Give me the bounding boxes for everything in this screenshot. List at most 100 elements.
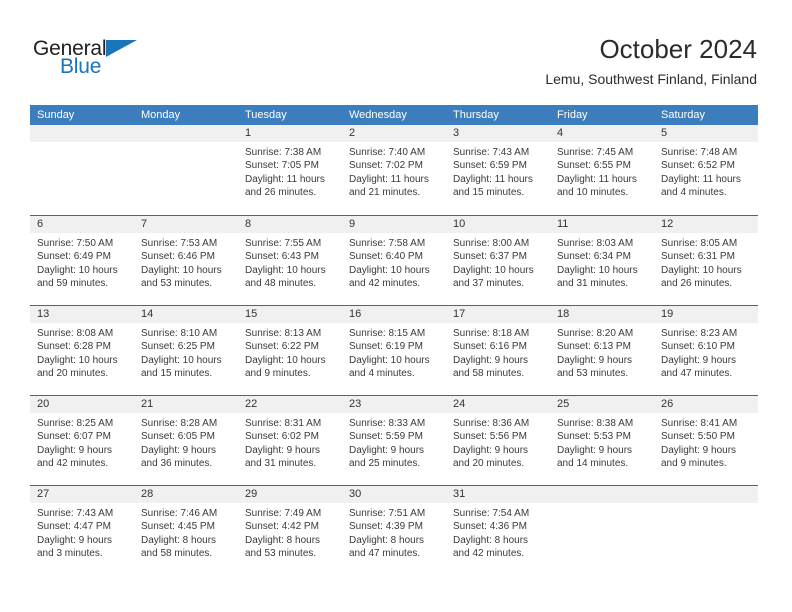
calendar-day-cell[interactable]: 24 Sunrise: 8:36 AM Sunset: 5:56 PM Dayligh… [446,396,550,485]
sunrise-text: Sunrise: 8:33 AM [349,418,426,429]
sunset-text: Sunset: 5:53 PM [557,431,631,443]
calendar-day-cell[interactable]: 17 Sunrise: 8:18 AM Sunset: 6:16 PM Dayligh… [446,306,550,395]
day-sun-info: Sunrise: 7:43 AM Sunset: 4:47 PM Daylight:… [30,503,134,561]
calendar-day-cell[interactable]: 19 Sunrise: 8:23 AM Sunset: 6:10 PM Dayligh… [654,306,758,395]
calendar-day-cell[interactable]: 21 Sunrise: 8:28 AM Sunset: 6:05 PM Dayligh… [134,396,238,485]
day-sun-info: Sunrise: 8:10 AM Sunset: 6:25 PM Daylight:… [134,323,238,381]
day-number: 14 [141,308,154,320]
day-sun-info: Sunrise: 7:55 AM Sunset: 6:43 PM Daylight:… [238,233,342,291]
sunrise-text: Sunrise: 7:50 AM [37,238,114,249]
sunset-text: Sunset: 6:31 PM [661,251,735,263]
calendar-day-cell[interactable]: 25 Sunrise: 8:38 AM Sunset: 5:53 PM Dayligh… [550,396,654,485]
calendar-day-cell[interactable]: 27 Sunrise: 7:43 AM Sunset: 4:47 PM Dayligh… [30,486,134,575]
day-sun-info: Sunrise: 8:23 AM Sunset: 6:10 PM Daylight:… [654,323,758,381]
daylight-text: Daylight: 9 hours and 3 minutes. [37,534,113,560]
day-number: 25 [557,398,570,410]
sunrise-text: Sunrise: 8:36 AM [453,418,530,429]
sunrise-text: Sunrise: 7:53 AM [141,238,218,249]
sunrise-text: Sunrise: 7:43 AM [453,147,530,158]
day-number-band [238,216,342,233]
sunrise-text: Sunrise: 7:46 AM [141,508,218,519]
sunset-text: Sunset: 5:59 PM [349,431,423,443]
sunrise-text: Sunrise: 7:58 AM [349,238,426,249]
daylight-text: Daylight: 10 hours and 59 minutes. [37,264,118,290]
sunrise-text: Sunrise: 8:18 AM [453,328,530,339]
calendar-day-cell[interactable]: 29 Sunrise: 7:49 AM Sunset: 4:42 PM Dayligh… [238,486,342,575]
calendar-day-cell[interactable]: 6 Sunrise: 7:50 AM Sunset: 6:49 PM Daylight… [30,216,134,305]
calendar-day-cell[interactable]: 15 Sunrise: 8:13 AM Sunset: 6:22 PM Dayligh… [238,306,342,395]
day-sun-info: Sunrise: 8:28 AM Sunset: 6:05 PM Daylight:… [134,413,238,471]
day-number-band [550,125,654,142]
calendar-day-cell[interactable]: 26 Sunrise: 8:41 AM Sunset: 5:50 PM Dayligh… [654,396,758,485]
sunset-text: Sunset: 6:16 PM [453,341,527,353]
calendar-day-cell[interactable]: 4 Sunrise: 7:45 AM Sunset: 6:55 PM Daylight… [550,125,654,215]
day-number: 9 [349,218,356,230]
calendar-week-row: 6 Sunrise: 7:50 AM Sunset: 6:49 PM Daylight… [30,215,758,305]
weekday-header-tuesday: Tuesday [245,109,287,121]
sunrise-text: Sunrise: 7:45 AM [557,147,634,158]
calendar-day-cell[interactable]: 16 Sunrise: 8:15 AM Sunset: 6:19 PM Dayligh… [342,306,446,395]
day-sun-info: Sunrise: 8:36 AM Sunset: 5:56 PM Daylight:… [446,413,550,471]
day-number-band [550,486,654,503]
calendar-day-cell[interactable]: 2 Sunrise: 7:40 AM Sunset: 7:02 PM Daylight… [342,125,446,215]
calendar-day-cell[interactable]: 10 Sunrise: 8:00 AM Sunset: 6:37 PM Dayligh… [446,216,550,305]
daylight-text: Daylight: 10 hours and 26 minutes. [661,264,742,290]
sunset-text: Sunset: 4:45 PM [141,521,215,533]
day-number: 24 [453,398,466,410]
daylight-text: Daylight: 10 hours and 37 minutes. [453,264,534,290]
calendar-weeks: 1 Sunrise: 7:38 AM Sunset: 7:05 PM Daylight… [30,125,758,575]
calendar-day-cell[interactable]: 28 Sunrise: 7:46 AM Sunset: 4:45 PM Dayligh… [134,486,238,575]
day-number: 2 [349,127,356,139]
day-sun-info: Sunrise: 8:41 AM Sunset: 5:50 PM Daylight:… [654,413,758,471]
day-sun-info: Sunrise: 8:08 AM Sunset: 6:28 PM Daylight:… [30,323,134,381]
day-number: 13 [37,308,50,320]
calendar-day-cell[interactable]: 5 Sunrise: 7:48 AM Sunset: 6:52 PM Daylight… [654,125,758,215]
sunset-text: Sunset: 6:49 PM [37,251,111,263]
sunrise-text: Sunrise: 7:55 AM [245,238,322,249]
calendar-day-cell[interactable]: 22 Sunrise: 8:31 AM Sunset: 6:02 PM Dayligh… [238,396,342,485]
daylight-text: Daylight: 11 hours and 26 minutes. [245,173,325,199]
sunset-text: Sunset: 6:55 PM [557,160,631,172]
daylight-text: Daylight: 9 hours and 42 minutes. [37,444,113,470]
calendar-day-cell[interactable]: 13 Sunrise: 8:08 AM Sunset: 6:28 PM Dayligh… [30,306,134,395]
sunrise-text: Sunrise: 8:08 AM [37,328,114,339]
weekday-header-monday: Monday [141,109,181,121]
day-sun-info: Sunrise: 8:38 AM Sunset: 5:53 PM Daylight:… [550,413,654,471]
day-number-band [134,125,238,142]
daylight-text: Daylight: 10 hours and 20 minutes. [37,354,118,380]
sunset-text: Sunset: 6:28 PM [37,341,111,353]
day-number: 12 [661,218,674,230]
calendar-week-row: 20 Sunrise: 8:25 AM Sunset: 6:07 PM Dayligh… [30,395,758,485]
calendar-day-cell[interactable]: 11 Sunrise: 8:03 AM Sunset: 6:34 PM Dayligh… [550,216,654,305]
calendar-day-cell[interactable]: 1 Sunrise: 7:38 AM Sunset: 7:05 PM Daylight… [238,125,342,215]
calendar-day-cell[interactable]: 20 Sunrise: 8:25 AM Sunset: 6:07 PM Dayligh… [30,396,134,485]
calendar-day-cell[interactable]: 31 Sunrise: 7:54 AM Sunset: 4:36 PM Dayligh… [446,486,550,575]
sunrise-text: Sunrise: 8:38 AM [557,418,634,429]
calendar-day-cell[interactable]: 3 Sunrise: 7:43 AM Sunset: 6:59 PM Daylight… [446,125,550,215]
calendar-page: General Blue October 2024 Lemu, Southwes… [0,0,792,612]
sunset-text: Sunset: 4:42 PM [245,521,319,533]
daylight-text: Daylight: 8 hours and 53 minutes. [245,534,321,560]
day-number: 11 [557,218,569,230]
sunset-text: Sunset: 4:39 PM [349,521,423,533]
day-number-band [446,125,550,142]
page-title: October 2024 [599,34,757,64]
calendar-day-cell[interactable]: 14 Sunrise: 8:10 AM Sunset: 6:25 PM Dayligh… [134,306,238,395]
calendar-day-cell[interactable]: 7 Sunrise: 7:53 AM Sunset: 6:46 PM Daylight… [134,216,238,305]
calendar-day-cell[interactable]: 8 Sunrise: 7:55 AM Sunset: 6:43 PM Daylight… [238,216,342,305]
calendar-day-cell[interactable]: 12 Sunrise: 8:05 AM Sunset: 6:31 PM Dayligh… [654,216,758,305]
day-sun-info: Sunrise: 7:45 AM Sunset: 6:55 PM Daylight:… [550,142,654,200]
general-blue-logo[interactable]: General Blue [33,38,163,86]
day-sun-info: Sunrise: 8:00 AM Sunset: 6:37 PM Daylight:… [446,233,550,291]
sunrise-text: Sunrise: 8:10 AM [141,328,218,339]
day-sun-info: Sunrise: 7:46 AM Sunset: 4:45 PM Daylight:… [134,503,238,561]
calendar-day-cell[interactable]: 23 Sunrise: 8:33 AM Sunset: 5:59 PM Dayligh… [342,396,446,485]
calendar-day-cell[interactable]: 9 Sunrise: 7:58 AM Sunset: 6:40 PM Daylight… [342,216,446,305]
calendar-day-cell[interactable]: 18 Sunrise: 8:20 AM Sunset: 6:13 PM Dayligh… [550,306,654,395]
sunset-text: Sunset: 4:47 PM [37,521,111,533]
daylight-text: Daylight: 9 hours and 47 minutes. [661,354,737,380]
sunset-text: Sunset: 6:19 PM [349,341,423,353]
sunrise-text: Sunrise: 8:03 AM [557,238,634,249]
calendar-day-cell[interactable]: 30 Sunrise: 7:51 AM Sunset: 4:39 PM Dayligh… [342,486,446,575]
day-sun-info: Sunrise: 8:05 AM Sunset: 6:31 PM Daylight:… [654,233,758,291]
